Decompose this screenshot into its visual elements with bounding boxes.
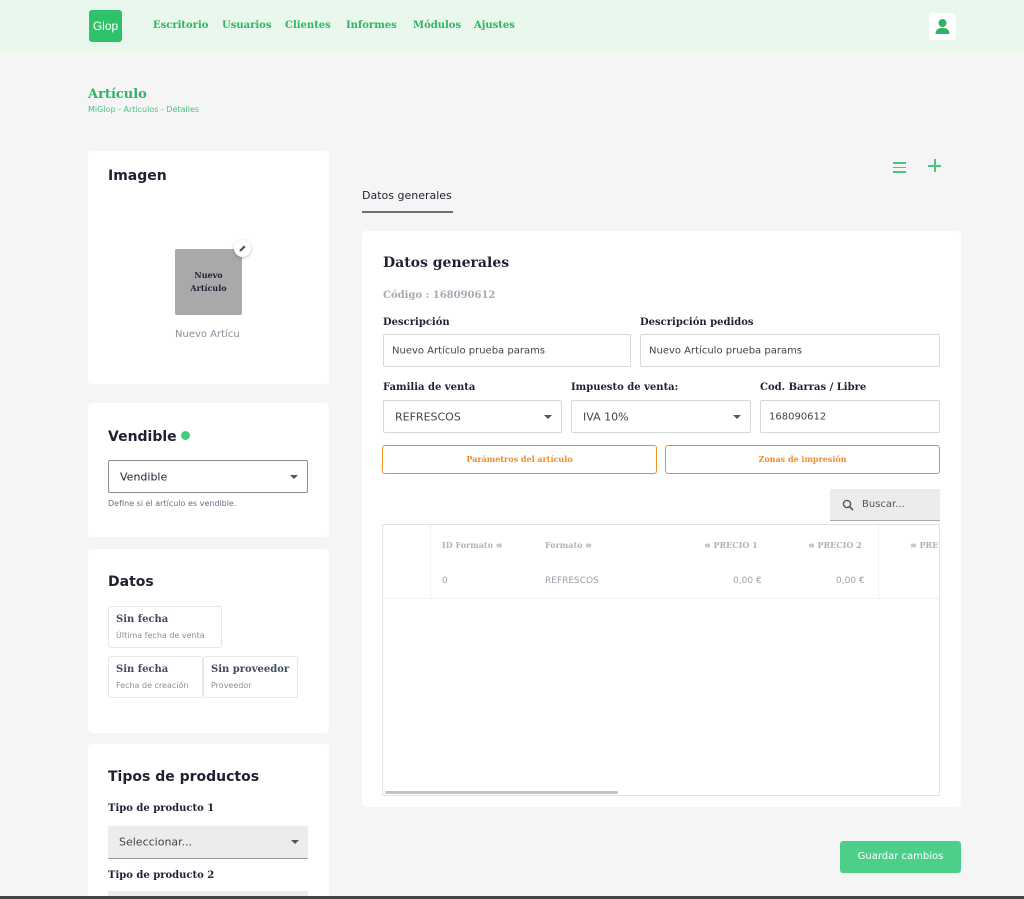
nav-link-escritorio[interactable]: Escritorio (153, 20, 208, 31)
familia-label: Familia de venta (383, 382, 476, 393)
creation-date-label: Fecha de creación (116, 681, 189, 690)
formats-table: ID Formato ≡ Formato ≡ ≡ PRECIO 1 ≡ PREC… (382, 524, 940, 796)
vendible-select[interactable]: Vendible (108, 460, 308, 493)
article-code: Código : 168090612 (383, 290, 496, 301)
nav-link-modulos[interactable]: Módulos (413, 20, 461, 31)
descripcion-label: Descripción (383, 317, 450, 328)
th-precio-3[interactable]: ≡ PRE (910, 540, 938, 550)
th-precio-2[interactable]: ≡ PRECIO 2 (808, 540, 862, 550)
tipo1-label: Tipo de producto 1 (108, 803, 215, 814)
edit-image-button[interactable] (234, 240, 251, 257)
creation-date-chip: Sin fecha Fecha de creación (108, 656, 203, 698)
search-input[interactable]: Buscar... (830, 489, 940, 521)
chevron-down-icon (290, 474, 298, 479)
creation-date-value: Sin fecha (116, 664, 169, 675)
descripcion-input[interactable]: Nuevo Artículo prueba params (383, 334, 631, 367)
th-id-formato-label: ID Formato (442, 540, 493, 550)
descripcion-value: Nuevo Artículo prueba params (392, 345, 546, 356)
vendible-title: Vendible (108, 429, 177, 445)
user-avatar[interactable] (929, 13, 956, 40)
th-id-formato[interactable]: ID Formato ≡ (442, 540, 502, 550)
barras-label: Cod. Barras / Libre (760, 382, 867, 393)
filter-icon: ≡ (910, 540, 920, 550)
barras-input[interactable]: 168090612 (760, 400, 940, 433)
nav-link-informes[interactable]: Informes (346, 20, 397, 31)
active-tab-indicator (362, 211, 453, 213)
page-title: Artículo (88, 87, 147, 102)
table-row-divider (383, 598, 939, 599)
datos-generales-title: Datos generales (383, 255, 510, 271)
th-precio-2-label: PRECIO 2 (817, 540, 862, 550)
tipo2-label: Tipo de producto 2 (108, 870, 215, 881)
tipos-title: Tipos de productos (108, 769, 260, 785)
tipo1-select[interactable]: Seleccionar... (108, 826, 308, 859)
supplier-label: Proveedor (211, 681, 252, 690)
desc-pedidos-label: Descripción pedidos (640, 317, 754, 328)
supplier-chip: Sin proveedor Proveedor (203, 656, 298, 698)
th-precio-1[interactable]: ≡ PRECIO 1 (704, 540, 758, 550)
breadcrumb-miglop[interactable]: MiGlop (88, 105, 116, 114)
th-formato-label: Formato (545, 540, 583, 550)
vendible-select-value: Vendible (120, 470, 168, 483)
familia-select[interactable]: REFRESCOS (383, 400, 562, 433)
impuesto-select[interactable]: IVA 10% (571, 400, 751, 433)
breadcrumb-articulos[interactable]: Artículos (124, 105, 159, 114)
image-caption: Nuevo Artícu (175, 329, 240, 340)
glop-logo[interactable]: Glop (89, 10, 122, 42)
desc-pedidos-input[interactable]: Nuevo Artículo prueba params (640, 334, 940, 367)
cell-precio-1: 0,00 € (733, 576, 762, 586)
filter-icon: ≡ (808, 540, 818, 550)
last-sale-value: Sin fecha (116, 614, 169, 625)
familia-value: REFRESCOS (395, 410, 461, 423)
tab-datos-generales[interactable]: Datos generales (362, 189, 452, 202)
supplier-value: Sin proveedor (211, 664, 290, 675)
column-separator (878, 525, 879, 598)
filter-icon: ≡ (495, 540, 503, 550)
chevron-down-icon (544, 414, 552, 419)
menu-icon[interactable] (893, 162, 906, 173)
chevron-down-icon (733, 414, 741, 419)
last-sale-label: Última fecha de venta (116, 631, 205, 640)
imagen-title: Imagen (108, 168, 167, 184)
article-image-line1: Nuevo (194, 270, 223, 280)
impuesto-label: Impuesto de venta: (571, 382, 679, 393)
pencil-icon (239, 245, 246, 252)
nav-link-ajustes[interactable]: Ajustes (474, 20, 515, 31)
vendible-status-dot (181, 431, 190, 440)
nav-link-clientes[interactable]: Clientes (285, 20, 331, 31)
article-image-line2: Artículo (190, 283, 227, 293)
vendible-hint: Define si el artículo es vendible. (108, 499, 237, 508)
filter-icon: ≡ (704, 540, 714, 550)
user-icon (935, 19, 950, 34)
tipo1-select-value: Seleccionar... (119, 835, 193, 849)
article-image[interactable]: Nuevo Artículo (175, 249, 242, 315)
top-navbar: Glop Escritorio Usuarios Clientes Inform… (0, 0, 1024, 53)
cell-formato: REFRESCOS (545, 576, 599, 586)
breadcrumb: MiGlop - Artículos - Detalles (88, 105, 199, 114)
breadcrumb-detalles: Detalles (166, 105, 200, 114)
search-icon (842, 499, 854, 511)
th-formato[interactable]: Formato ≡ (545, 540, 592, 550)
search-placeholder: Buscar... (862, 499, 905, 510)
filter-icon: ≡ (585, 540, 592, 550)
nav-link-usuarios[interactable]: Usuarios (222, 20, 271, 31)
desc-pedidos-value: Nuevo Artículo prueba params (649, 345, 803, 356)
column-separator (430, 525, 431, 598)
datos-title: Datos (108, 574, 154, 590)
parametros-button[interactable]: Parámetros del artículo (382, 445, 657, 474)
barras-value: 168090612 (769, 411, 827, 422)
cell-id-formato: 0 (442, 576, 448, 586)
th-precio-3-label: PRE (919, 540, 939, 550)
add-icon[interactable] (928, 159, 941, 172)
chevron-down-icon (291, 840, 299, 844)
horizontal-scrollbar[interactable] (385, 791, 618, 794)
last-sale-chip: Sin fecha Última fecha de venta (108, 606, 222, 648)
zonas-impresion-button[interactable]: Zonas de impresión (665, 445, 940, 474)
th-precio-1-label: PRECIO 1 (713, 540, 758, 550)
save-button[interactable]: Guardar cambios (840, 841, 961, 873)
cell-precio-2: 0,00 € (836, 576, 865, 586)
impuesto-value: IVA 10% (583, 410, 629, 423)
